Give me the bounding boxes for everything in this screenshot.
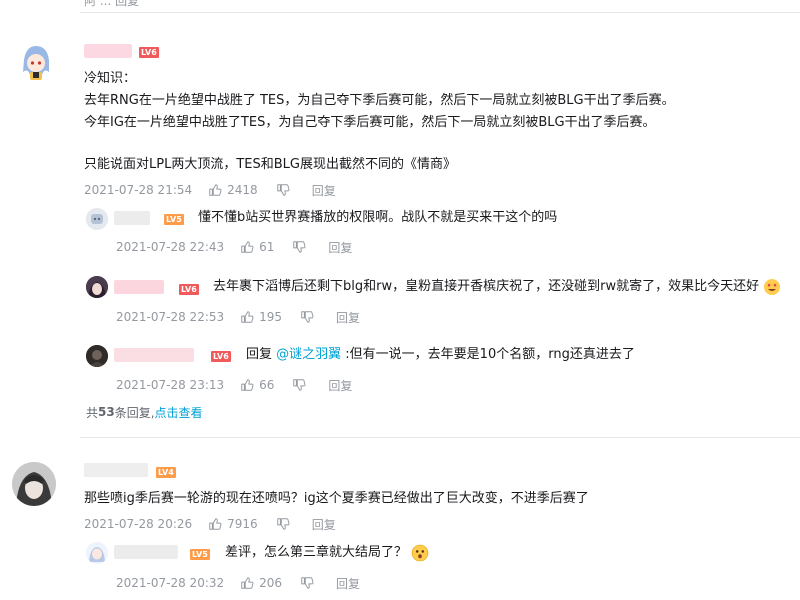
top-partial-meta: 阿 ... 回复 xyxy=(84,0,139,9)
more-prefix: 共 xyxy=(86,405,99,420)
like-button[interactable]: 61 xyxy=(240,240,292,254)
avatar-robot-icon xyxy=(86,208,108,230)
reply-button[interactable]: 回复 xyxy=(336,575,360,592)
mention-link[interactable]: @谜之羽翼 xyxy=(276,347,341,362)
like-count: 206 xyxy=(259,576,283,590)
avatar[interactable] xyxy=(12,462,56,506)
reply-time: 2021-07-28 20:32 xyxy=(116,576,225,590)
reply-avatar[interactable] xyxy=(86,345,108,367)
top-partial-text: 阿 ... 回复 xyxy=(84,0,140,8)
thumbs-down-icon xyxy=(276,518,290,530)
reply-meta: 2021-07-28 20:32 206 回复 xyxy=(116,575,360,591)
avatar[interactable] xyxy=(16,42,56,82)
thumbs-down-icon xyxy=(276,184,290,196)
level-badge: LV5 xyxy=(190,549,210,560)
like-count: 195 xyxy=(259,310,283,324)
reply-text-content: :但有一说一，去年要是10个名额，rng还真进去了 xyxy=(341,347,635,362)
reply-button[interactable]: 回复 xyxy=(312,516,336,533)
avatar-anime-boy-icon xyxy=(12,462,56,506)
avatar-anime-icon xyxy=(86,542,108,564)
emoji-heart-eyes-icon xyxy=(764,278,781,295)
thumbs-up-icon xyxy=(241,577,254,589)
like-button[interactable]: 2418 xyxy=(208,183,276,197)
more-count: 53 xyxy=(98,405,115,419)
reply-button[interactable]: 回复 xyxy=(312,182,336,199)
reply-text-content: 去年裹下滔博后还剩下blg和rw，皇粉直接开香槟庆祝了，还没碰到rw就寄了，效果… xyxy=(213,279,760,294)
thumbs-up-icon xyxy=(241,311,254,323)
reply-avatar[interactable] xyxy=(86,276,108,298)
divider xyxy=(80,12,800,13)
divider xyxy=(80,437,800,438)
thumbs-up-icon xyxy=(241,379,254,391)
reply-button[interactable]: 回复 xyxy=(328,239,352,256)
reply-prefix: 回复 xyxy=(246,347,277,362)
level-badge: LV5 xyxy=(164,214,184,225)
reply-avatar[interactable] xyxy=(86,542,108,564)
more-replies: 共 53 条回复, 点击查看 xyxy=(86,404,203,420)
like-count: 7916 xyxy=(227,517,258,531)
thumbs-down-icon xyxy=(301,577,314,589)
username-blurred[interactable] xyxy=(114,211,150,225)
reply-meta: 2021-07-28 23:13 66 回复 xyxy=(116,377,352,393)
username-blurred[interactable] xyxy=(84,463,148,477)
dislike-button[interactable] xyxy=(300,576,314,590)
reply-time: 2021-07-28 22:53 xyxy=(116,310,225,324)
avatar-anime-girl-icon xyxy=(16,42,56,82)
like-button[interactable]: 66 xyxy=(240,378,292,392)
reply-text: 去年裹下滔博后还剩下blg和rw，皇粉直接开香槟庆祝了，还没碰到rw就寄了，效果… xyxy=(213,276,781,297)
more-suffix: 条回复, xyxy=(114,405,155,420)
like-button[interactable]: 195 xyxy=(240,310,300,324)
view-more-link[interactable]: 点击查看 xyxy=(155,404,203,421)
username-blurred[interactable] xyxy=(114,280,164,294)
reply-meta: 2021-07-28 22:43 61 回复 xyxy=(116,239,352,255)
dislike-button[interactable] xyxy=(292,378,306,392)
like-count: 66 xyxy=(259,378,275,392)
username-blurred[interactable] xyxy=(114,348,194,362)
comment-meta: 2021-07-28 20:26 7916 回复 xyxy=(84,516,336,532)
thumbs-up-icon xyxy=(209,518,222,530)
level-badge: LV6 xyxy=(139,47,159,58)
thumbs-down-icon xyxy=(293,379,306,391)
level-badge: LV4 xyxy=(156,467,176,478)
reply-button[interactable]: 回复 xyxy=(336,309,360,326)
like-count: 2418 xyxy=(227,183,258,197)
emoji-shocked-face-icon xyxy=(411,544,429,561)
reply-avatar[interactable] xyxy=(86,208,108,230)
level-badge: LV6 xyxy=(179,284,199,295)
comment-text-line: 去年RNG在一片绝望中战胜了 TES，为自己夺下季后赛可能，然后下一局就立刻被B… xyxy=(84,93,675,108)
dislike-button[interactable] xyxy=(292,240,306,254)
comment-time: 2021-07-28 21:54 xyxy=(84,183,193,197)
reply-text: 懂不懂b站买世界赛播放的权限啊。战队不就是买来干这个的吗 xyxy=(198,210,558,225)
comment-text-line: 冷知识： xyxy=(84,71,137,86)
thumbs-down-icon xyxy=(293,241,306,253)
dislike-button[interactable] xyxy=(300,310,314,324)
comment-text: 那些喷ig季后赛一轮游的现在还喷吗？ig这个夏季赛已经做出了巨大改变，不进季后赛… xyxy=(84,491,589,506)
like-count: 61 xyxy=(259,240,275,254)
comment-text-line: 只能说面对LPL两大顶流，TES和BLG展现出截然不同的《情商》 xyxy=(84,157,456,172)
reply-time: 2021-07-28 23:13 xyxy=(116,378,225,392)
reply-text: 回复 @谜之羽翼 :但有一说一，去年要是10个名额，rng还真进去了 xyxy=(246,344,635,365)
comment-time: 2021-07-28 20:26 xyxy=(84,517,193,531)
avatar-anime-icon xyxy=(86,276,108,298)
comment-text-line: 今年IG在一片绝望中战胜了TES，为自己夺下季后赛可能，然后下一局就立刻被BLG… xyxy=(84,115,656,130)
avatar-dark-icon xyxy=(86,345,108,367)
level-badge: LV6 xyxy=(211,351,231,362)
reply-text-content: 差评，怎么第三章就大结局了？ xyxy=(225,545,408,560)
reply-meta: 2021-07-28 22:53 195 回复 xyxy=(116,309,360,325)
comment-meta: 2021-07-28 21:54 2418 回复 xyxy=(84,182,336,198)
username-blurred[interactable] xyxy=(114,545,178,559)
reply-text: 差评，怎么第三章就大结局了？ xyxy=(225,542,429,563)
thumbs-up-icon xyxy=(241,241,254,253)
dislike-button[interactable] xyxy=(276,517,290,531)
dislike-button[interactable] xyxy=(276,183,290,197)
thumbs-up-icon xyxy=(209,184,222,196)
thumbs-down-icon xyxy=(301,311,314,323)
reply-button[interactable]: 回复 xyxy=(328,377,352,394)
reply-time: 2021-07-28 22:43 xyxy=(116,240,225,254)
like-button[interactable]: 7916 xyxy=(208,517,276,531)
username-blurred[interactable] xyxy=(84,44,132,58)
like-button[interactable]: 206 xyxy=(240,576,300,590)
